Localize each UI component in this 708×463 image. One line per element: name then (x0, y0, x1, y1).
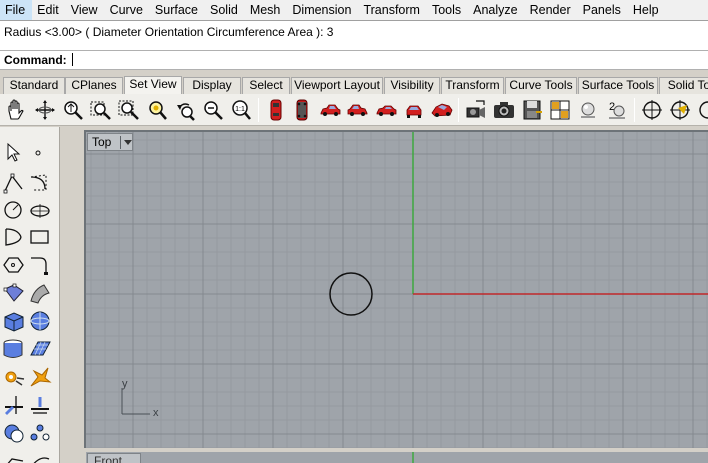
sphere-icon[interactable] (28, 309, 52, 333)
menu-edit[interactable]: Edit (32, 0, 66, 20)
ellipse-icon[interactable] (28, 198, 52, 222)
tab-set-view[interactable]: Set View (124, 76, 182, 94)
box-icon[interactable] (2, 309, 26, 333)
tab-transform[interactable]: Transform (441, 77, 504, 94)
pipe-icon[interactable] (28, 449, 52, 463)
view-front-car-icon[interactable] (374, 98, 398, 122)
axis-x-label: x (153, 407, 159, 419)
zoom-dynamic-icon[interactable] (61, 98, 85, 122)
text-caret (72, 53, 74, 66)
surface-points-icon[interactable] (2, 281, 26, 305)
tab-solid-to[interactable]: Solid To (659, 77, 708, 94)
view-left-car-icon[interactable] (318, 98, 342, 122)
tab-viewport-layout[interactable]: Viewport Layout (291, 77, 383, 94)
menu-transform[interactable]: Transform (358, 0, 427, 20)
gear-transform-icon[interactable] (2, 365, 26, 389)
menu-file[interactable]: File (0, 0, 33, 20)
menu-solid[interactable]: Solid (205, 0, 245, 20)
menu-curve[interactable]: Curve (105, 0, 150, 20)
trim-icon[interactable] (2, 393, 26, 417)
camera-icon[interactable] (492, 98, 516, 122)
chevron-down-icon[interactable] (124, 140, 132, 145)
polyline-icon[interactable] (2, 171, 26, 195)
cylinder-mesh-icon[interactable] (2, 337, 26, 361)
explode-icon[interactable] (28, 365, 52, 389)
menu-panels[interactable]: Panels (578, 0, 628, 20)
front-viewport-grid (412, 452, 414, 463)
menu-mesh[interactable]: Mesh (245, 0, 288, 20)
two-point-perspective-icon[interactable]: 2 (604, 98, 628, 122)
menu-analyze[interactable]: Analyze (468, 0, 524, 20)
target-icon[interactable] (640, 98, 664, 122)
top-viewport[interactable]: y x (86, 132, 708, 448)
save-view-icon[interactable] (520, 98, 544, 122)
tab-cplanes[interactable]: CPlanes (65, 77, 123, 94)
menu-dimension[interactable]: Dimension (287, 0, 358, 20)
toolbar-tab-bar: Standard CPlanes Set View Display Select View… (0, 76, 708, 94)
pan-icon[interactable] (4, 98, 28, 122)
select-arrow-icon[interactable] (2, 141, 26, 165)
curve-control-points-icon[interactable] (28, 171, 52, 195)
view-right-car-icon[interactable] (346, 98, 370, 122)
target-set-icon[interactable] (668, 98, 692, 122)
front-viewport-title: Front (94, 454, 123, 463)
toolbar-overflow-icon[interactable] (696, 98, 708, 122)
view-back-car-icon[interactable] (402, 98, 426, 122)
fillet-curve-icon[interactable] (28, 253, 52, 277)
tab-surface-tools[interactable]: Surface Tools (578, 77, 658, 94)
restore-view-icon[interactable] (548, 98, 572, 122)
surface-edge-icon[interactable] (28, 281, 52, 305)
light-icon[interactable] (576, 98, 600, 122)
arc-icon[interactable] (2, 225, 26, 249)
circle-icon[interactable] (2, 198, 26, 222)
undo-view-icon[interactable] (173, 98, 197, 122)
menu-tools[interactable]: Tools (427, 0, 468, 20)
view-bottom-icon[interactable] (290, 98, 314, 122)
menu-render[interactable]: Render (525, 0, 578, 20)
menu-help[interactable]: Help (628, 0, 666, 20)
svg-text:1:1: 1:1 (235, 106, 245, 113)
tab-select[interactable]: Select (242, 77, 290, 94)
front-viewport-title-tab[interactable]: Front (87, 453, 141, 463)
zoom-extents-icon[interactable] (117, 98, 141, 122)
zoom-one-to-one-icon[interactable]: 1:1 (229, 98, 253, 122)
boolean-icon[interactable] (2, 421, 26, 445)
zoom-out-icon[interactable] (201, 98, 225, 122)
tab-curve-tools[interactable]: Curve Tools (505, 77, 577, 94)
front-viewport[interactable] (86, 452, 708, 463)
menu-surface[interactable]: Surface (150, 0, 205, 20)
tab-standard[interactable]: Standard (3, 77, 65, 94)
zoom-window-icon[interactable] (89, 98, 113, 122)
tab-display[interactable]: Display (183, 77, 241, 94)
menu-bar: File Edit View Curve Surface Solid Mesh Dimensi… (0, 0, 708, 20)
plane-mesh-icon[interactable] (28, 337, 52, 361)
point-icon[interactable] (28, 141, 52, 165)
command-history: Radius <3.00> ( Diameter Orientation Cir… (0, 20, 708, 50)
rotate-view-icon[interactable] (33, 98, 57, 122)
command-line[interactable]: Command: (0, 50, 708, 70)
view-top-icon[interactable] (264, 98, 288, 122)
point-cloud-icon[interactable] (28, 421, 52, 445)
axis-y-label: y (122, 378, 128, 390)
camera-set-icon[interactable] (464, 98, 488, 122)
command-label: Command: (4, 53, 67, 67)
array-icon[interactable] (2, 449, 26, 463)
rectangle-icon[interactable] (28, 225, 52, 249)
viewport-grid: y x (86, 132, 708, 448)
tab-visibility[interactable]: Visibility (384, 77, 440, 94)
viewport-title: Top (92, 135, 112, 149)
split-icon[interactable] (28, 393, 52, 417)
viewport-title-tab[interactable]: Top (87, 133, 133, 151)
polygon-icon[interactable] (2, 253, 26, 277)
menu-view[interactable]: View (66, 0, 105, 20)
zoom-selected-icon[interactable] (145, 98, 169, 122)
main-tool-palette (0, 127, 60, 463)
view-perspective-car-icon[interactable] (430, 98, 454, 122)
set-view-toolbar: 1:1 2 (0, 94, 708, 126)
